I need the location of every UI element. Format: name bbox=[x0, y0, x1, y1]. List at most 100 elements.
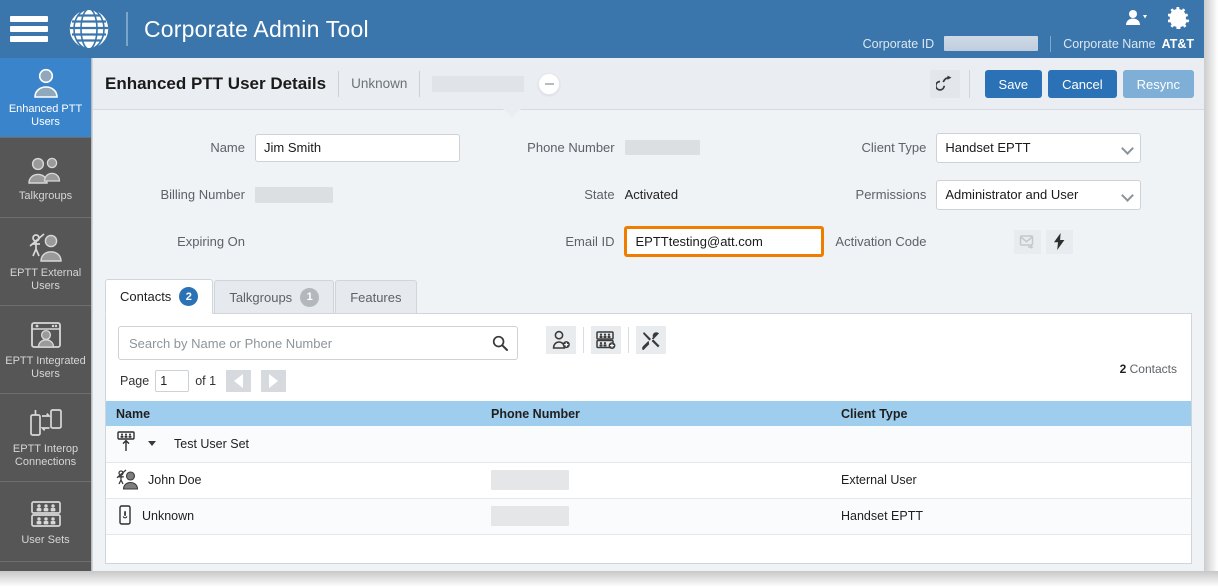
add-user-set-icon[interactable] bbox=[591, 326, 621, 354]
cell-name: Test User Set bbox=[106, 426, 481, 463]
tab-talkgroups[interactable]: Talkgroups 1 bbox=[214, 280, 335, 313]
share-export-icon[interactable] bbox=[929, 70, 960, 98]
phone-number-label: Phone Number bbox=[527, 140, 615, 155]
table-row[interactable]: Test User Set bbox=[106, 426, 1191, 463]
tools-settings-icon[interactable] bbox=[636, 326, 666, 354]
save-button[interactable]: Save bbox=[984, 70, 1043, 98]
client-type-select-wrap: Handset EPTT bbox=[936, 132, 1142, 163]
sidebar-item-enhanced-ptt-users[interactable]: Enhanced PTT Users bbox=[0, 58, 91, 138]
row-name-text: Test User Set bbox=[174, 436, 250, 451]
prev-page-icon[interactable] bbox=[226, 370, 252, 392]
table-row[interactable]: John Doe External User bbox=[106, 462, 1191, 499]
user-dropdown-icon[interactable] bbox=[1124, 9, 1150, 32]
column-header-name[interactable]: Name bbox=[106, 401, 481, 426]
row-name-text: John Doe bbox=[148, 473, 202, 487]
email-send-icon[interactable] bbox=[1014, 229, 1042, 254]
page-header-divider-1 bbox=[338, 70, 340, 97]
field-activation-code: Activation Code bbox=[824, 229, 1192, 254]
next-page-icon[interactable] bbox=[261, 370, 287, 392]
form-row-1: Name Phone Number Client Type Handset EP… bbox=[105, 124, 1192, 171]
name-input[interactable] bbox=[255, 133, 460, 162]
tab-talkgroups-label: Talkgroups bbox=[229, 289, 293, 305]
cell-name: Unknown bbox=[106, 498, 481, 535]
pagination-controls: Page of 1 bbox=[106, 360, 1191, 392]
user-set-group-icon[interactable] bbox=[116, 431, 138, 456]
sidebar-label-2: EPTT External bbox=[9, 267, 82, 279]
email-id-input[interactable] bbox=[624, 226, 825, 257]
frame-shadow-bottom bbox=[0, 571, 1218, 587]
external-user-icon bbox=[28, 230, 64, 264]
minus-circle-icon[interactable] bbox=[538, 72, 561, 95]
contacts-count-number: 2 bbox=[1119, 362, 1127, 376]
field-email-id: Email ID bbox=[504, 226, 825, 257]
table-row[interactable]: Unknown Handset EPTT bbox=[106, 498, 1191, 535]
name-label: Name bbox=[210, 140, 245, 155]
integrated-user-window-icon bbox=[29, 318, 63, 352]
sidebar-label-5: User Sets bbox=[21, 533, 70, 546]
tabs-container: Contacts 2 Talkgroups 1 Features bbox=[93, 271, 1204, 314]
cancel-button[interactable]: Cancel bbox=[1048, 70, 1117, 98]
page-header-redacted-value bbox=[432, 75, 525, 92]
permissions-select-wrap: Administrator and User bbox=[936, 179, 1142, 210]
sidebar-item-user-sets[interactable]: User Sets bbox=[0, 482, 91, 562]
gear-icon[interactable] bbox=[1167, 6, 1190, 34]
add-contact-icon[interactable] bbox=[546, 326, 576, 354]
panel-tool-buttons bbox=[546, 326, 666, 354]
state-label: State bbox=[584, 187, 615, 202]
corporate-id-label: Corporate ID bbox=[862, 36, 935, 51]
contacts-table: Name Phone Number Client Type Test User … bbox=[106, 401, 1191, 535]
activation-code-actions bbox=[1014, 229, 1074, 254]
tool-divider-2 bbox=[628, 327, 629, 353]
page-action-buttons: Save Cancel Resync bbox=[929, 58, 1194, 110]
tab-contacts[interactable]: Contacts 2 bbox=[105, 279, 214, 314]
table-header-row: Name Phone Number Client Type bbox=[106, 401, 1191, 426]
row-expand-caret-icon[interactable] bbox=[148, 441, 156, 447]
field-billing-number: Billing Number bbox=[105, 186, 505, 203]
left-sidebar: Enhanced PTT Users Talkgroups EPTT Exter… bbox=[0, 58, 92, 571]
user-details-form: Name Phone Number Client Type Handset EP… bbox=[93, 110, 1204, 271]
single-user-icon bbox=[31, 66, 61, 100]
frame-shadow-right bbox=[1204, 0, 1218, 571]
search-icon[interactable] bbox=[492, 335, 508, 356]
client-type-select[interactable]: Handset EPTT bbox=[936, 132, 1142, 163]
action-divider bbox=[968, 70, 970, 98]
att-globe-logo bbox=[66, 6, 112, 52]
group-users-icon bbox=[27, 153, 65, 187]
email-id-label: Email ID bbox=[565, 234, 615, 249]
tab-features[interactable]: Features bbox=[335, 280, 417, 313]
sidebar-label-0: Enhanced PTT bbox=[8, 103, 83, 115]
handset-device-icon bbox=[116, 504, 134, 529]
phone-value-redacted bbox=[491, 506, 569, 526]
column-header-client-type[interactable]: Client Type bbox=[831, 401, 1191, 426]
form-row-2: Billing Number State Activated Permissio… bbox=[105, 171, 1192, 218]
row-name-group: John Doe bbox=[116, 468, 471, 493]
interop-devices-icon bbox=[28, 406, 64, 440]
main-content: Enhanced PTT User Details Unknown Save C… bbox=[92, 58, 1204, 571]
permissions-select[interactable]: Administrator and User bbox=[936, 179, 1142, 210]
resync-button[interactable]: Resync bbox=[1122, 70, 1194, 98]
tab-contacts-label: Contacts bbox=[120, 289, 172, 304]
sidebar-label-3b: Users bbox=[31, 368, 60, 380]
cell-phone bbox=[481, 426, 831, 463]
sidebar-item-eptt-external-users[interactable]: EPTT External Users bbox=[0, 218, 91, 306]
cell-name: John Doe bbox=[106, 462, 481, 499]
external-user-icon bbox=[116, 468, 140, 493]
cell-client-type bbox=[831, 426, 1191, 463]
header-right-group: Corporate ID Corporate Name AT&T bbox=[863, 0, 1194, 58]
sidebar-item-eptt-integrated-users[interactable]: EPTT Integrated Users bbox=[0, 306, 91, 394]
hamburger-menu-icon[interactable] bbox=[10, 16, 48, 42]
page-number-input[interactable] bbox=[155, 370, 190, 392]
client-type-label: Client Type bbox=[861, 140, 927, 155]
top-header-bar: Corporate Admin Tool Corporate ID Corpor… bbox=[0, 0, 1204, 58]
sidebar-item-eptt-interop-connections[interactable]: EPTT Interop Connections bbox=[0, 394, 91, 482]
corporate-info-line: Corporate ID Corporate Name AT&T bbox=[862, 35, 1194, 52]
state-value: Activated bbox=[624, 187, 679, 202]
column-header-phone[interactable]: Phone Number bbox=[481, 401, 831, 426]
sidebar-label-4b: Connections bbox=[14, 456, 77, 468]
row-name-group: Unknown bbox=[116, 504, 471, 529]
search-input[interactable] bbox=[119, 327, 517, 359]
app-root: Corporate Admin Tool Corporate ID Corpor… bbox=[0, 0, 1218, 587]
sidebar-item-talkgroups[interactable]: Talkgroups bbox=[0, 138, 91, 218]
lightning-bolt-icon[interactable] bbox=[1046, 229, 1074, 254]
page-total-label: of 1 bbox=[195, 374, 217, 388]
